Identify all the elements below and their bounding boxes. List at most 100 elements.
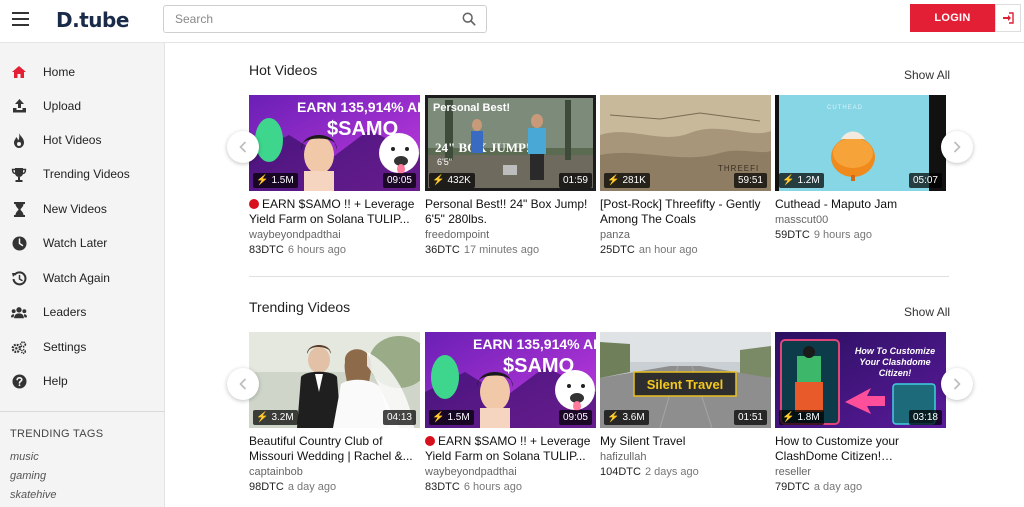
trending-tags-title: TRENDING TAGS bbox=[10, 428, 104, 440]
thumb-text: CUTHEAD bbox=[827, 105, 863, 111]
red-circle-icon bbox=[425, 436, 435, 446]
video-author[interactable]: hafizullah bbox=[600, 450, 771, 464]
video-author[interactable]: waybeyondpadthai bbox=[249, 228, 420, 242]
duration-badge: 01:59 bbox=[558, 173, 592, 188]
views-badge: ⚡ 1.5M bbox=[429, 410, 474, 425]
sidebar-item-label: New Videos bbox=[43, 202, 107, 216]
video-title[interactable]: Beautiful Country Club of Missouri Weddi… bbox=[249, 434, 420, 464]
video-card[interactable]: THREEFI ⚡ 281K 59:51 [Post-Rock] Threefif… bbox=[600, 95, 771, 257]
dtc-amount: 83DTC bbox=[425, 481, 460, 493]
video-card[interactable]: How To Customize Your Clashdome Citizen!… bbox=[775, 332, 946, 494]
video-author[interactable]: waybeyondpadthai bbox=[425, 465, 596, 479]
time-ago: 9 hours ago bbox=[813, 229, 872, 241]
video-thumbnail[interactable]: ⚡ 3.2M 04:13 bbox=[249, 332, 420, 428]
search-icon[interactable] bbox=[462, 12, 476, 26]
tag-link[interactable]: skatehive bbox=[10, 489, 56, 501]
carousel-prev-button[interactable] bbox=[227, 368, 259, 400]
sidebar-item-watch-again[interactable]: Watch Again bbox=[0, 261, 165, 295]
sign-in-icon bbox=[1003, 12, 1014, 24]
show-all-link[interactable]: Show All bbox=[904, 68, 950, 82]
time-ago: a day ago bbox=[813, 481, 863, 493]
sidebar-item-settings[interactable]: Settings bbox=[0, 330, 165, 364]
section-title-trending-videos: Trending Videos bbox=[249, 299, 351, 315]
video-card[interactable]: EARN 135,914% APY $SAMO ⚡1.5M 09:05 EARN… bbox=[249, 95, 420, 257]
views-badge: ⚡ 281K bbox=[604, 173, 650, 188]
duration-badge: 09:05 bbox=[382, 173, 416, 188]
thumb-text: Silent Travel bbox=[647, 377, 724, 392]
dtc-amount: 59DTC bbox=[775, 229, 810, 241]
sidebar-item-label: Hot Videos bbox=[43, 133, 102, 147]
bolt-icon: ⚡ bbox=[256, 175, 269, 186]
dtube-logo[interactable]: D.tube bbox=[56, 8, 129, 32]
video-card[interactable]: Silent Travel ⚡ 3.6M 01:51 My Silent Trav… bbox=[600, 332, 771, 479]
video-title[interactable]: EARN $SAMO !! + Leverage Yield Farm on S… bbox=[425, 434, 596, 464]
sidebar-item-label: Trending Videos bbox=[43, 167, 130, 181]
video-author[interactable]: panza bbox=[600, 228, 771, 242]
login-icon-button[interactable] bbox=[995, 4, 1021, 32]
video-title[interactable]: Cuthead - Maputo Jam bbox=[775, 197, 946, 212]
views-badge: ⚡ 432K bbox=[429, 173, 475, 188]
carousel-prev-button[interactable] bbox=[227, 131, 259, 163]
video-author[interactable]: masscut00 bbox=[775, 213, 946, 227]
carousel-next-button[interactable] bbox=[941, 368, 973, 400]
thumb-text: Your Clashdome bbox=[859, 357, 930, 367]
bolt-icon: ⚡ bbox=[432, 412, 445, 423]
chevron-left-icon bbox=[239, 378, 247, 390]
section-divider bbox=[249, 276, 949, 277]
video-thumbnail[interactable]: EARN 135,914% APY $SAMO ⚡1.5M 09:05 bbox=[249, 95, 420, 191]
sidebar-item-leaders[interactable]: Leaders bbox=[0, 295, 165, 329]
video-thumbnail[interactable]: CUTHEAD ⚡ 1.2M 05:07 bbox=[775, 95, 946, 191]
dtc-amount: 25DTC bbox=[600, 244, 635, 256]
thumb-text: Personal Best! bbox=[433, 102, 510, 114]
duration-badge: 05:07 bbox=[908, 173, 942, 188]
video-thumbnail[interactable]: Silent Travel ⚡ 3.6M 01:51 bbox=[600, 332, 771, 428]
video-author[interactable]: reseller bbox=[775, 465, 946, 479]
thumb-text: Citizen! bbox=[879, 368, 912, 378]
video-thumbnail[interactable]: How To Customize Your Clashdome Citizen!… bbox=[775, 332, 946, 428]
hourglass-icon bbox=[11, 201, 27, 217]
login-button[interactable]: LOGIN bbox=[910, 4, 995, 32]
tag-link[interactable]: music bbox=[10, 451, 39, 463]
tag-link[interactable]: gaming bbox=[10, 470, 46, 482]
video-card[interactable]: ⚡ 3.2M 04:13 Beautiful Country Club of Mi… bbox=[249, 332, 420, 494]
views-badge: ⚡ 1.8M bbox=[779, 410, 824, 425]
show-all-link[interactable]: Show All bbox=[904, 305, 950, 319]
video-meta: 25DTC an hour ago bbox=[600, 243, 771, 257]
sidebar-item-watch-later[interactable]: Watch Later bbox=[0, 226, 165, 260]
sidebar-item-help[interactable]: Help bbox=[0, 364, 165, 398]
home-icon bbox=[11, 64, 27, 80]
video-thumbnail[interactable]: EARN 135,914% APY $SAMO ⚡1.5M 09:05 bbox=[425, 332, 596, 428]
sidebar-item-new-videos[interactable]: New Videos bbox=[0, 192, 165, 226]
video-title[interactable]: My Silent Travel bbox=[600, 434, 771, 449]
bolt-icon: ⚡ bbox=[607, 175, 620, 186]
search-input[interactable] bbox=[164, 6, 444, 32]
sidebar-item-hot-videos[interactable]: Hot Videos bbox=[0, 123, 165, 157]
video-title[interactable]: [Post-Rock] Threefifty - Gently Among Th… bbox=[600, 197, 771, 227]
sidebar-item-upload[interactable]: Upload bbox=[0, 89, 165, 123]
video-card[interactable]: Personal Best! 24" BOX JUMP!! 6'5" ⚡ 432K… bbox=[425, 95, 596, 257]
video-card[interactable]: CUTHEAD ⚡ 1.2M 05:07 Cuthead - Maputo Jam… bbox=[775, 95, 946, 242]
video-author[interactable]: freedompoint bbox=[425, 228, 596, 242]
video-title[interactable]: EARN $SAMO !! + Leverage Yield Farm on S… bbox=[249, 197, 420, 227]
video-card[interactable]: EARN 135,914% APY $SAMO ⚡1.5M 09:05 EARN… bbox=[425, 332, 596, 494]
help-icon bbox=[11, 373, 27, 389]
search-bar bbox=[163, 5, 487, 33]
video-thumbnail[interactable]: Personal Best! 24" BOX JUMP!! 6'5" ⚡ 432K… bbox=[425, 95, 596, 191]
duration-badge: 59:51 bbox=[733, 173, 767, 188]
sidebar-item-home[interactable]: Home bbox=[0, 55, 165, 89]
gears-icon bbox=[11, 339, 27, 355]
duration-badge: 09:05 bbox=[558, 410, 592, 425]
video-title[interactable]: Personal Best!! 24" Box Jump! 6'5" 280lb… bbox=[425, 197, 596, 227]
carousel-next-button[interactable] bbox=[941, 131, 973, 163]
video-title[interactable]: How to Customize your ClashDome Citizen!… bbox=[775, 434, 946, 464]
video-thumbnail[interactable]: THREEFI ⚡ 281K 59:51 bbox=[600, 95, 771, 191]
thumb-text: EARN 135,914% APY bbox=[473, 336, 596, 352]
time-ago: 6 hours ago bbox=[287, 244, 346, 256]
history-icon bbox=[11, 270, 27, 286]
bolt-icon: ⚡ bbox=[607, 412, 620, 423]
video-author[interactable]: captainbob bbox=[249, 465, 420, 479]
duration-badge: 01:51 bbox=[733, 410, 767, 425]
video-meta: 59DTC 9 hours ago bbox=[775, 228, 946, 242]
hamburger-menu-icon[interactable] bbox=[12, 12, 29, 26]
sidebar-item-trending-videos[interactable]: Trending Videos bbox=[0, 157, 165, 191]
